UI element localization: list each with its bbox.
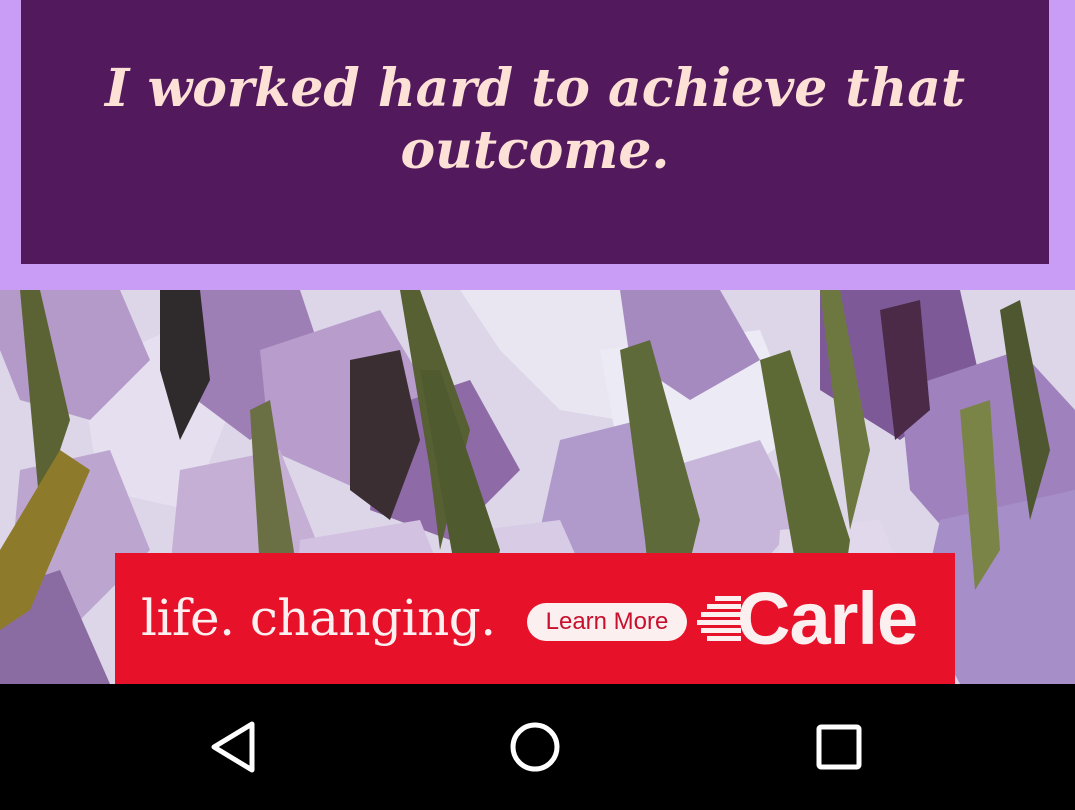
learn-more-button[interactable]: Learn More — [527, 603, 687, 641]
recents-square-icon[interactable] — [804, 714, 874, 780]
quote-card[interactable]: I worked hard to achieve that outcome. — [21, 0, 1049, 264]
carle-logo[interactable]: Carle — [697, 581, 947, 657]
brand-name: Carle — [737, 577, 918, 660]
home-circle-icon[interactable] — [500, 714, 570, 780]
app-screen: I worked hard to achieve that outcome. l… — [0, 0, 1075, 810]
ad-tagline: life. changing. — [141, 589, 496, 647]
back-triangle-icon[interactable] — [198, 714, 268, 780]
ad-banner[interactable]: life. changing. Learn More Carle — [115, 553, 955, 684]
quote-frame: I worked hard to achieve that outcome. — [0, 0, 1075, 290]
system-nav-bar — [0, 684, 1075, 810]
quote-text: I worked hard to achieve that outcome. — [105, 58, 965, 181]
